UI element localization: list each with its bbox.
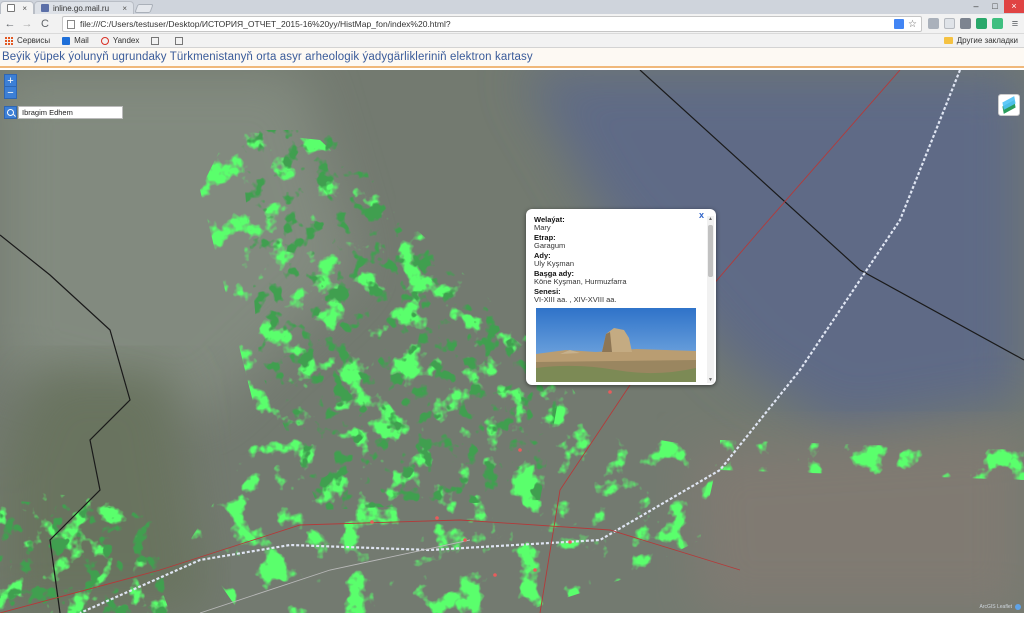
tab-blank[interactable]: × [0,1,34,14]
site-photo [536,308,696,382]
close-window-button[interactable]: × [1004,0,1024,13]
field-value: Uly Kyşman [534,259,575,268]
extension-icon[interactable] [928,18,939,29]
page-icon [151,36,160,45]
bookmark-mail[interactable]: Mail [62,36,89,45]
other-bookmarks[interactable]: Другие закладки [943,36,1018,45]
bookmark-services[interactable]: Сервисы [5,36,50,45]
scroll-up-icon[interactable]: ▲ [707,216,714,222]
maximize-button[interactable]: □ [985,0,1005,13]
browser-tab-strip: × inline.go.mail.ru × – □ × [0,0,1024,14]
bookmark-label: Yandex [112,36,140,45]
address-url[interactable]: file:///C:/Users/testuser/Desktop/ИСТОРИ… [80,19,451,29]
field-value: VI-XIII aa. , XIV-XVIII aa. [534,295,617,304]
bookmark-star-icon[interactable]: ☆ [908,19,917,30]
info-icon[interactable] [1015,604,1021,610]
field-label: Welaýat: [534,215,565,224]
folder-icon [943,37,953,44]
search-input[interactable] [18,106,123,119]
tab-inline-go-mail[interactable]: inline.go.mail.ru × [34,1,134,14]
bookmark-page[interactable] [175,36,187,45]
mail-icon [62,36,71,45]
address-bar[interactable]: file:///C:/Users/testuser/Desktop/ИСТОРИ… [62,16,922,32]
page-icon [41,4,49,12]
reload-button[interactable]: C [38,17,52,31]
bookmark-label: Mail [74,36,89,45]
field-value: Garagum [534,241,566,250]
zoom-out-button[interactable]: − [4,86,17,99]
extension-icon[interactable] [960,18,971,29]
back-button[interactable]: ← [3,17,17,31]
forward-button[interactable]: → [20,17,34,31]
bookmark-yandex[interactable]: Yandex [100,36,140,45]
menu-icon[interactable]: ≡ [1008,17,1022,31]
bookmark-label: Сервисы [17,36,51,45]
yandex-icon [100,36,109,45]
bookmarks-bar: Сервисы Mail Yandex Другие закладки [0,34,1024,48]
page-icon [67,19,75,29]
satellite-map-image [0,70,1024,613]
extension-icon[interactable] [976,18,987,29]
apps-icon [5,36,13,45]
map-view[interactable]: + − x Welaýat: Mary Etrap: Garagum Ady: … [0,70,1024,613]
other-bookmarks-label: Другие закладки [956,36,1018,45]
field-value: Mary [534,223,551,232]
bookmark-page[interactable] [151,36,163,45]
page-title: Beýik ýüpek ýolunyň ugrundaky Türkmenist… [2,51,533,63]
popup-content: Welaýat: Mary Etrap: Garagum Ady: Uly Ky… [534,216,706,306]
site-header: Beýik ýüpek ýolunyň ugrundaky Türkmenist… [0,48,1024,68]
new-tab-button[interactable] [134,4,154,13]
scrollbar-thumb[interactable] [708,225,713,277]
tab-title: inline.go.mail.ru [53,3,110,13]
map-attribution[interactable]: ArcGIS Leaflet [979,604,1012,610]
layers-icon[interactable] [998,94,1020,116]
popup-scrollbar[interactable]: ▲ ▼ [707,216,714,383]
extension-icon[interactable] [944,18,955,29]
tab-close-icon[interactable]: × [122,4,127,13]
search-icon[interactable] [4,106,17,119]
field-value: Köne Kyşman, Hurmuzfarra [534,277,627,286]
extension-icon[interactable] [992,18,1003,29]
site-info-popup: x Welaýat: Mary Etrap: Garagum Ady: Uly … [526,209,716,385]
page-icon [175,36,184,45]
tab-close-icon[interactable]: × [22,4,27,13]
browser-toolbar: ← → C file:///C:/Users/testuser/Desktop/… [0,14,1024,34]
page-icon [7,4,15,12]
scroll-down-icon[interactable]: ▼ [707,377,714,383]
translate-icon[interactable] [894,19,905,29]
minimize-button[interactable]: – [966,0,986,13]
